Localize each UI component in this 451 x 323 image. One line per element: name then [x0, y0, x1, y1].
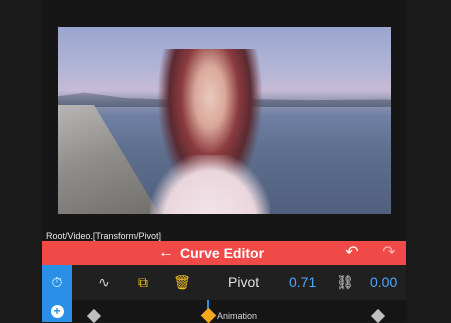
- plus-icon: +: [50, 304, 64, 318]
- pivot-label: Pivot: [228, 274, 260, 290]
- pivot-x-value[interactable]: 0.71: [289, 265, 316, 300]
- pivot-y-value[interactable]: 0.00: [370, 265, 397, 300]
- graph-icon[interactable]: ∿: [91, 269, 117, 295]
- link-icon[interactable]: ⛓: [332, 269, 358, 295]
- back-arrow-icon[interactable]: ←: [155, 241, 177, 265]
- curve-editor-header: ← Curve Editor ↶ ↷: [42, 241, 406, 265]
- add-keyframe-button[interactable]: +: [42, 300, 72, 322]
- shirt: [150, 155, 270, 214]
- animation-label: Animation: [217, 311, 258, 321]
- redo-icon[interactable]: ↷: [377, 241, 401, 265]
- undo-icon[interactable]: ↶: [340, 241, 364, 265]
- trash-icon[interactable]: 🗑: [169, 269, 195, 295]
- animation-timeline[interactable]: + Animation: [42, 300, 406, 323]
- keyframe[interactable]: [370, 308, 386, 323]
- video-preview[interactable]: [58, 27, 391, 214]
- keyframe-selected[interactable]: [200, 307, 217, 323]
- copy-icon[interactable]: ⧉: [130, 269, 156, 295]
- keyframe[interactable]: [86, 308, 102, 323]
- curve-toolbar: ⏱ ∿ ⧉ 🗑 Pivot 0.71 ⛓ 0.00: [42, 265, 406, 300]
- layer-path: Root/Video.[Transform/Pivot]: [46, 231, 162, 241]
- page-title: Curve Editor: [180, 245, 265, 261]
- stopwatch-icon[interactable]: ⏱: [42, 265, 72, 300]
